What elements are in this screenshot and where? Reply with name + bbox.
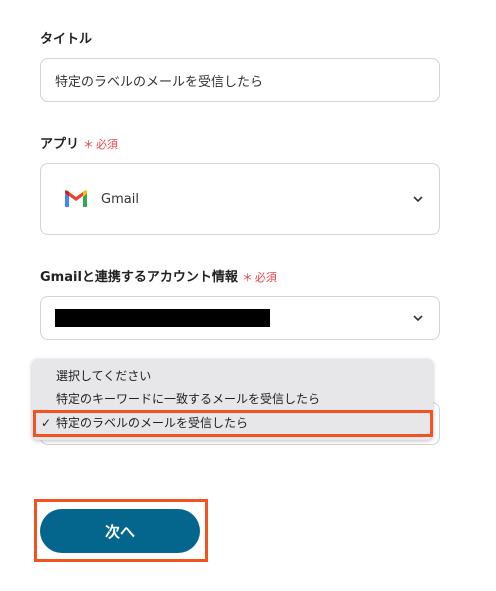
chevron-down-icon [413,196,423,203]
required-star: ＊ [241,271,253,284]
highlight-frame [33,410,433,437]
app-select[interactable]: Gmail [40,163,440,235]
dropdown-option[interactable]: 選択してください [32,367,433,385]
required-text: 必須 [254,271,277,284]
title-input-value: 特定のラベルのメールを受信したら [55,74,264,90]
title-label: タイトル [40,32,93,47]
gmail-icon [65,190,87,207]
required-star: ＊ [83,138,95,151]
account-label-text: Gmailと連携するアカウント情報 [40,270,238,285]
option-label: 特定のキーワードに一致するメールを受信したら [56,392,321,406]
redacted-account-value [55,309,270,327]
account-label: Gmailと連携するアカウント情報＊必須 [40,269,277,287]
next-button[interactable]: 次へ [40,509,200,553]
app-select-value: Gmail [101,191,139,207]
required-badge: ＊必須 [83,138,118,151]
required-text: 必須 [96,138,119,151]
account-select[interactable] [40,296,440,340]
option-label: 選択してください [56,369,152,383]
app-label: アプリ＊必須 [40,136,118,154]
title-input[interactable]: 特定のラベルのメールを受信したら [40,58,440,102]
dropdown-option[interactable]: 特定のキーワードに一致するメールを受信したら [32,390,433,408]
chevron-down-icon [413,315,423,322]
app-label-text: アプリ [40,137,80,152]
required-badge: ＊必須 [242,271,277,284]
